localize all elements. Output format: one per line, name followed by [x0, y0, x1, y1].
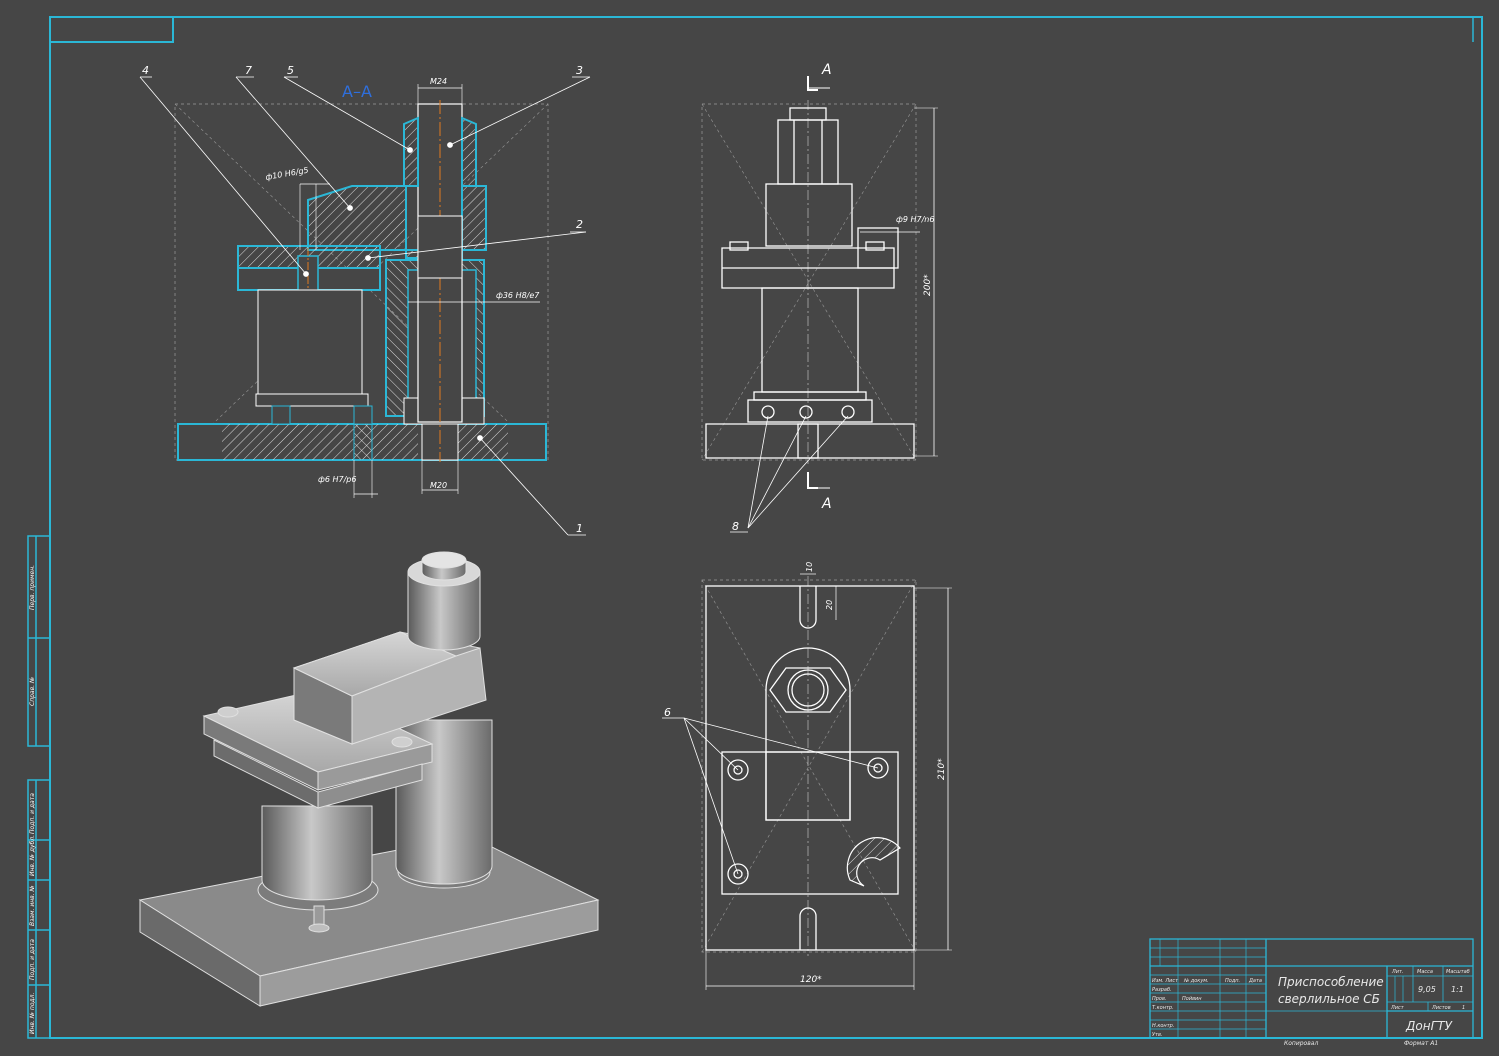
tb-row-izm: Изм. Лист: [1152, 978, 1179, 984]
dim-fit9: ф9 H7/n6: [896, 215, 934, 224]
tb-mass: 9,05: [1418, 985, 1436, 994]
tb-copied: Копировал: [1284, 1040, 1318, 1047]
section-title: А–А: [342, 82, 372, 101]
callout-4: 4: [142, 64, 149, 77]
tb-checker: Пойвин: [1182, 996, 1202, 1002]
tb-mass-label: Масса: [1417, 969, 1433, 975]
drawing-sheet: Перв. примен. Справ. № Подп. и дата Инв.…: [27, 16, 1483, 1047]
tb-sheets-label: Листов: [1431, 1005, 1451, 1011]
tb-col-date: Дата: [1248, 978, 1262, 984]
callout-1: 1: [576, 522, 583, 535]
tb-format: Формат А1: [1404, 1040, 1438, 1047]
stamp-orig-inv: Инв. № подл.: [29, 993, 36, 1034]
stamp-ref-no: Справ. №: [29, 677, 36, 706]
callout-2: 2: [576, 218, 583, 231]
dim-fit36: ф36 H8/e7: [496, 291, 540, 300]
tb-sheet-label: Лист: [1390, 1005, 1405, 1011]
tb-lit-label: Лит.: [1391, 969, 1404, 975]
tb-row-utv: Утв.: [1152, 1032, 1163, 1038]
dim-w120: 120*: [800, 975, 822, 985]
tb-sheets-value: 1: [1462, 1005, 1465, 1011]
stamp-dup-inv: Инв. № дубл.: [29, 835, 36, 876]
front-view: А А 200* ф9 H7/n6 8: [701, 62, 938, 533]
dim-slot10: 10: [805, 562, 814, 572]
callout-7: 7: [245, 64, 252, 77]
dim-h210: 210*: [937, 758, 947, 780]
callout-5: 5: [287, 64, 294, 77]
callout-8: 8: [732, 520, 739, 533]
top-view: 210* 120* 10 20 6: [662, 562, 952, 990]
stamp-first-use: Перв. примен.: [29, 565, 36, 610]
stamp-sign-date-1: Подп. и дата: [29, 793, 36, 834]
dim-m24: М24: [430, 77, 447, 86]
side-stamp-labels: Перв. примен. Справ. № Подп. и дата Инв.…: [29, 565, 36, 1034]
tb-col-doc: № докум.: [1183, 978, 1209, 984]
dim-fit10: ф10 H6/g5: [265, 166, 309, 182]
dim-slot20: 20: [825, 600, 834, 610]
dim-fit6: ф6 H7/p6: [318, 475, 356, 484]
tb-org: ДонГТУ: [1405, 1019, 1453, 1033]
tb-row-prov: Пров.: [1152, 996, 1167, 1002]
dim-h200: 200*: [923, 274, 933, 296]
tb-row-razrab: Разраб.: [1152, 987, 1172, 993]
tb-title-line1: Приспособление: [1278, 975, 1384, 989]
tb-row-tkontr: Т.контр.: [1152, 1005, 1174, 1011]
section-view: М24 М20 ф10 H6/g5 ф6 H7/p6 ф36 H8/e7 А–А: [139, 64, 591, 536]
stamp-sign-date-2: Подп. и дата: [29, 939, 36, 980]
title-block-text: Изм. Лист Разраб. Пров. Т.контр. Н.контр…: [1152, 969, 1470, 1047]
dim-m20: М20: [430, 481, 447, 490]
section-mark-bottom: А: [821, 496, 832, 512]
tb-title-line2: сверлильное СБ: [1278, 992, 1380, 1006]
tb-row-nkontr: Н.контр.: [1152, 1023, 1174, 1029]
tb-scale: 1:1: [1451, 985, 1464, 994]
tb-scale-label: Масштаб: [1446, 969, 1470, 975]
callout-3: 3: [576, 64, 583, 77]
tb-col-sign: Подп.: [1225, 978, 1240, 984]
stamp-replace-inv: Взам. инв. №: [29, 885, 36, 926]
section-mark-top: А: [821, 62, 832, 78]
callout-6: 6: [664, 706, 671, 719]
isometric-view: [138, 551, 600, 1007]
